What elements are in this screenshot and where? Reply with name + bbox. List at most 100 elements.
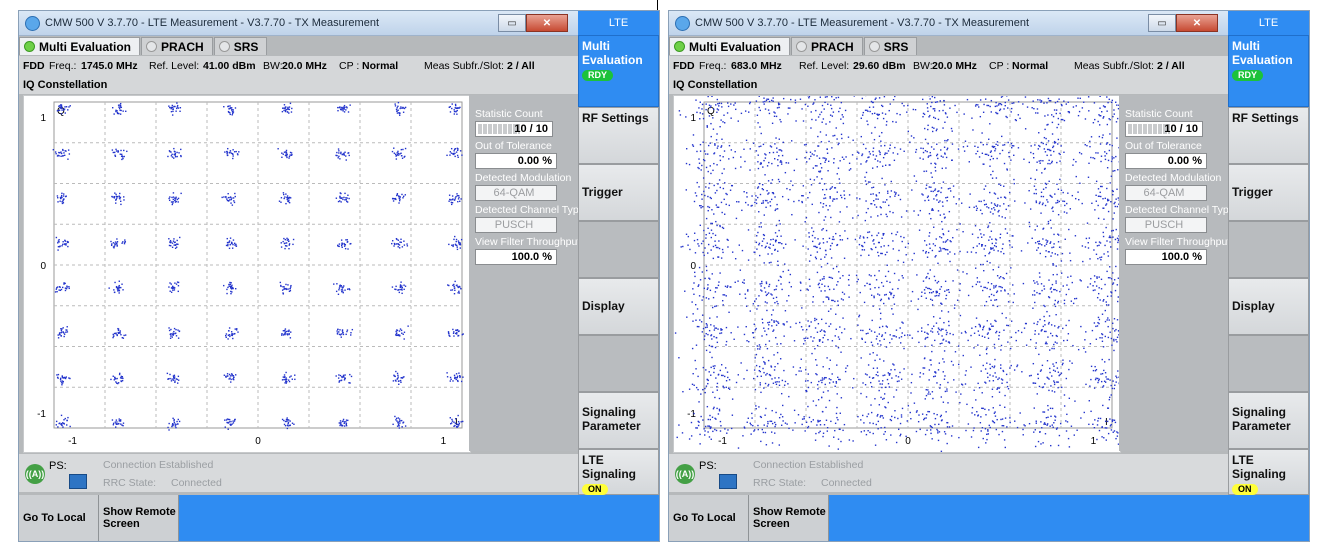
constellation-point: [232, 149, 234, 151]
constellation-point: [992, 304, 994, 307]
constellation-point: [773, 369, 776, 371]
constellation-point: [888, 204, 890, 207]
constellation-point: [229, 111, 231, 114]
constellation-point: [805, 389, 808, 392]
constellation-point: [932, 291, 935, 293]
constellation-point: [927, 110, 929, 113]
tab-prach[interactable]: PRACH: [791, 37, 863, 55]
constellation-point: [865, 147, 867, 150]
constellation-point: [839, 211, 841, 213]
tab-multi-evaluation[interactable]: Multi Evaluation: [19, 37, 141, 55]
tab-prach[interactable]: PRACH: [141, 37, 213, 55]
iq-constellation-plot[interactable]: -1 0 1 1 0 -1 Q I: [23, 95, 471, 453]
constellation-point: [1109, 241, 1111, 243]
constellation-point: [900, 414, 903, 416]
constellation-point: [871, 112, 874, 115]
constellation-point: [860, 163, 862, 165]
constellation-point: [803, 418, 805, 420]
constellation-point: [998, 377, 1000, 379]
constellation-point: [992, 269, 994, 271]
tab-multi-evaluation[interactable]: Multi Evaluation: [669, 37, 791, 55]
constellation-point: [926, 332, 928, 334]
constellation-point: [232, 337, 234, 340]
minimize-button[interactable]: ▭: [498, 14, 526, 32]
constellation-point: [903, 150, 905, 152]
softkey-label: LTE Signaling: [582, 453, 636, 481]
constellation-point: [716, 407, 718, 410]
constellation-point: [447, 331, 450, 333]
constellation-point: [113, 245, 116, 247]
constellation-point: [338, 333, 341, 336]
constellation-point: [983, 325, 985, 328]
constellation-point: [289, 286, 292, 288]
softkey-lte-signaling[interactable]: LTE Signaling ON: [578, 449, 659, 495]
constellation-point: [764, 157, 767, 159]
constellation-point: [1038, 240, 1041, 242]
constellation-point: [1114, 289, 1117, 292]
constellation-point: [1062, 359, 1064, 361]
constellation-point: [333, 283, 335, 285]
softkey-multi-evaluation[interactable]: Multi Evaluation RDY: [578, 35, 659, 107]
softkey-rf-settings[interactable]: RF Settings: [578, 107, 659, 164]
constellation-point: [767, 359, 770, 362]
constellation-point: [282, 107, 284, 109]
constellation-point: [718, 408, 721, 411]
constellation-point: [834, 134, 836, 137]
tab-srs[interactable]: SRS: [863, 37, 918, 55]
softkey-display[interactable]: Display: [578, 278, 659, 335]
constellation-point: [1067, 276, 1069, 278]
constellation-point: [228, 247, 231, 250]
title-bar[interactable]: CMW 500 V 3.7.70 - LTE Measurement - V3.…: [669, 11, 1228, 36]
constellation-point: [281, 110, 284, 113]
constellation-point: [734, 281, 736, 284]
constellation-point: [862, 236, 865, 238]
constellation-point: [971, 327, 973, 329]
constellation-point: [56, 110, 59, 112]
constellation-point: [398, 202, 400, 204]
constellation-point: [64, 243, 66, 246]
tab-srs[interactable]: SRS: [213, 37, 268, 55]
constellation-point: [942, 371, 944, 373]
constellation-point: [704, 194, 706, 197]
close-button[interactable]: ✕: [1176, 14, 1218, 32]
constellation-point: [991, 242, 994, 245]
constellation-point: [61, 424, 63, 427]
constellation-point: [767, 420, 769, 423]
minimize-button[interactable]: ▭: [1148, 14, 1176, 32]
constellation-point: [1003, 185, 1005, 187]
softkey-trigger[interactable]: Trigger: [578, 164, 659, 221]
constellation-point: [391, 286, 394, 288]
constellation-point: [63, 419, 65, 421]
constellation-point: [458, 422, 461, 425]
constellation-point: [931, 344, 933, 346]
constellation-point: [807, 337, 809, 339]
constellation-point: [58, 109, 60, 112]
constellation-point: [119, 332, 121, 334]
out-of-tolerance-value: 0.00 %: [475, 153, 557, 169]
go-to-local-button[interactable]: Go To Local: [19, 495, 99, 541]
iq-constellation-plot[interactable]: -1 0 1 1 0 -1 Q I: [673, 95, 1121, 453]
constellation-point: [337, 109, 339, 112]
show-remote-screen-button[interactable]: Show Remote Screen: [99, 495, 179, 541]
constellation-point: [771, 442, 774, 444]
constellation-point: [875, 206, 878, 208]
close-button[interactable]: ✕: [526, 14, 568, 32]
constellation-point: [1114, 238, 1117, 241]
constellation-point: [398, 427, 400, 429]
softkey-signaling-parameter[interactable]: Signaling Parameter: [578, 392, 659, 449]
constellation-point: [929, 154, 932, 157]
constellation-point: [762, 200, 764, 202]
constellation-point: [825, 123, 827, 125]
constellation-point: [775, 336, 777, 339]
constellation-point: [880, 246, 882, 248]
constellation-point: [982, 263, 984, 266]
constellation-point: [1014, 200, 1016, 202]
constellation-point: [807, 248, 809, 250]
constellation-point: [234, 107, 237, 109]
constellation-svg: -1 0 110-1QI: [674, 96, 1120, 452]
constellation-point: [909, 141, 911, 143]
constellation-point: [340, 201, 342, 203]
constellation-point: [871, 187, 873, 189]
constellation-point: [840, 194, 842, 197]
title-bar[interactable]: CMW 500 V 3.7.70 - LTE Measurement - V3.…: [19, 11, 578, 36]
